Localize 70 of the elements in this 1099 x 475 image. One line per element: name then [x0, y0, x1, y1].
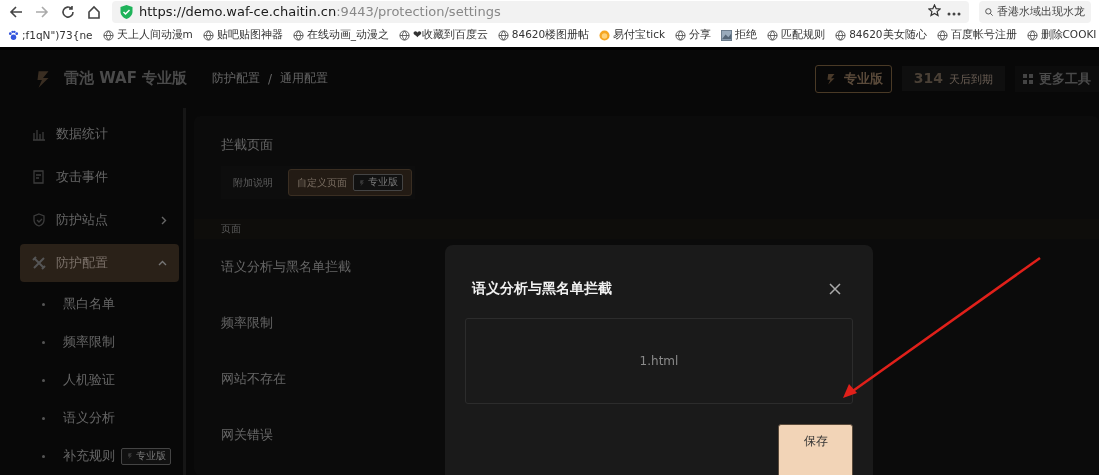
- page-row-label: 频率限制: [221, 314, 273, 332]
- shield-icon: [32, 213, 46, 227]
- sidebar-item[interactable]: 防护站点: [20, 201, 179, 239]
- sidebar-item[interactable]: 攻击事件: [20, 158, 179, 196]
- globe-icon: [767, 29, 779, 41]
- days-count: 314: [913, 70, 943, 87]
- breadcrumb-separator: /: [268, 71, 273, 86]
- chevron-right-icon: [161, 215, 167, 225]
- page-row-label: 网关错误: [221, 426, 273, 444]
- reload-button[interactable]: [60, 3, 76, 20]
- page-row-label: 网站不存在: [221, 370, 286, 388]
- globe-icon: [292, 29, 304, 41]
- close-icon[interactable]: [827, 281, 843, 297]
- bookmark[interactable]: 在线动画_动漫之: [292, 28, 389, 43]
- segment-tab[interactable]: 自定义页面 专业版: [288, 169, 412, 196]
- bookmark[interactable]: 84620楼图册帖: [497, 28, 590, 43]
- tools-icon: [32, 256, 46, 270]
- logo-icon: [358, 178, 366, 187]
- save-button[interactable]: 保存: [778, 424, 853, 475]
- globe-icon: [936, 29, 948, 41]
- globe-icon: [1026, 29, 1038, 41]
- sidebar-subitem[interactable]: 频率限制: [20, 323, 183, 361]
- back-button[interactable]: [8, 3, 24, 20]
- home-button[interactable]: [86, 3, 102, 20]
- globe-icon: [102, 29, 114, 41]
- globe-icon: [399, 29, 410, 41]
- document-icon: [32, 170, 46, 184]
- bookmark[interactable]: 百度帐号注册: [936, 28, 1017, 43]
- grid-icon: [1023, 73, 1033, 84]
- star-icon[interactable]: [928, 3, 941, 20]
- dialog-title: 语义分析与黑名单拦截: [472, 280, 612, 298]
- bookmark[interactable]: 易付宝tick: [599, 28, 666, 43]
- page-row-label: 语义分析与黑名单拦截: [221, 258, 351, 276]
- bookmark[interactable]: ;f1qN")73{ne: [8, 29, 93, 42]
- sidebar-subitem[interactable]: 人机验证: [20, 361, 183, 399]
- shield-icon: [120, 4, 133, 19]
- edition-label: 专业版: [843, 69, 883, 88]
- bar-chart-icon: [32, 127, 46, 141]
- breadcrumb-link[interactable]: 防护配置: [212, 70, 260, 88]
- globe-icon: [497, 29, 509, 41]
- globe-icon: [835, 29, 847, 41]
- pro-badge: 专业版: [121, 447, 171, 465]
- bookmark[interactable]: 拒绝: [721, 28, 758, 43]
- sidebar-subitem[interactable]: 补充规则 专业版: [20, 437, 183, 475]
- pro-badge: 专业版: [353, 174, 403, 191]
- brand-name: 雷池 WAF 专业版: [64, 69, 189, 89]
- bookmark[interactable]: 匹配规则: [767, 28, 826, 43]
- bookmark[interactable]: 天上人间动漫m: [102, 28, 193, 43]
- search-icon: [985, 5, 993, 18]
- logo-icon: [126, 452, 134, 460]
- bookmark[interactable]: ❤收藏到百度云: [399, 28, 488, 43]
- search-field[interactable]: 香港水域出现水龙: [979, 0, 1091, 23]
- image-icon: [721, 29, 733, 41]
- sidebar-subitem[interactable]: 语义分析: [20, 399, 183, 437]
- address-bar[interactable]: https://demo.waf-ce.chaitin.cn:9443/protection/settings: [112, 0, 969, 23]
- paw-icon: [8, 29, 19, 41]
- sidebar-item[interactable]: 数据统计: [20, 115, 179, 153]
- days-label: 天后到期: [949, 72, 993, 88]
- card-title: 拦截页面: [220, 136, 274, 154]
- bookmark[interactable]: 贴吧贴图神器: [202, 28, 283, 43]
- breadcrumb-current: 通用配置: [280, 70, 329, 88]
- chevron-up-icon: [158, 260, 167, 266]
- bookmark[interactable]: 分享: [675, 28, 712, 43]
- file-upload-area[interactable]: 1.html: [465, 318, 853, 404]
- sidebar-subitem[interactable]: 黑白名单: [20, 285, 183, 323]
- globe-icon: [202, 29, 214, 41]
- bookmark[interactable]: 84620美女随心: [835, 28, 927, 43]
- url-text: https://demo.waf-ce.chaitin.cn:9443/protection/settings: [139, 4, 501, 20]
- globe-icon: [675, 29, 687, 41]
- bookmark[interactable]: 删除COOKI: [1026, 28, 1097, 43]
